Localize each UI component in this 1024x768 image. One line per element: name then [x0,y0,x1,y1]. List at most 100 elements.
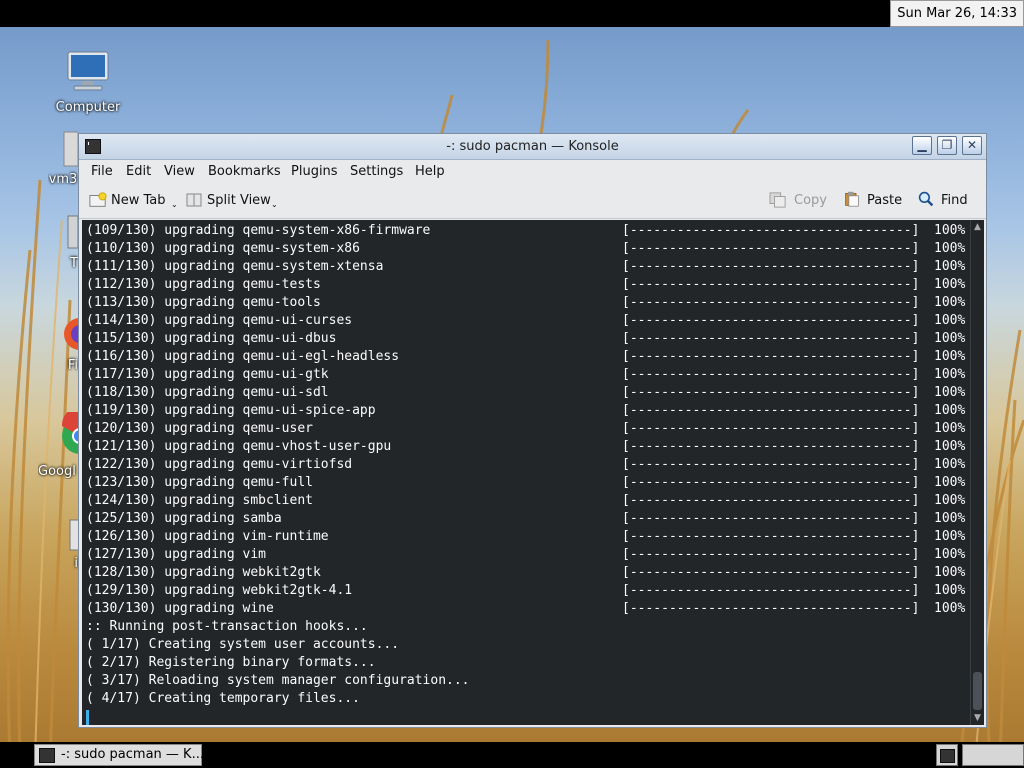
progress-bar-text: [------------------------------------] [622,277,920,292]
desktop-icon-label: vm3 [48,172,78,187]
progress-bar-text: [------------------------------------] [622,475,920,490]
scrollbar-thumb[interactable] [973,672,982,710]
paste-button[interactable]: Paste [843,184,903,218]
paste-label: Paste [867,193,903,208]
terminal-line: (130/130) upgrading wine [86,601,274,616]
desktop-icon-computer[interactable]: Computer [52,48,124,115]
progress-percent: 100% [934,349,966,364]
progress-bar-text: [------------------------------------] [622,385,920,400]
desktop-icon-label: Fi [67,358,78,373]
progress-bar-text: [------------------------------------] [622,421,920,436]
find-button[interactable]: Find [917,184,972,218]
file-icon [69,519,78,551]
terminal-line: (128/130) upgrading webkit2gtk [86,565,321,580]
desktop-icon-trash[interactable]: T [60,212,78,271]
menu-edit[interactable]: Edit [126,160,151,183]
tray-area[interactable] [962,744,1024,766]
desktop-icon-label: T [70,256,78,271]
progress-percent: 100% [934,475,966,490]
progress-percent: 100% [934,565,966,580]
desktop-icon-file[interactable]: i [64,518,78,571]
terminal-line: (111/130) upgrading qemu-system-xtensa [86,259,384,274]
firefox-icon [64,318,78,350]
terminal-line: ( 3/17) Reloading system manager configu… [86,673,470,688]
progress-bar-text: [------------------------------------] [622,331,920,346]
progress-percent: 100% [934,367,966,382]
terminal-line: (109/130) upgrading qemu-system-x86-firm… [86,223,431,238]
terminal-icon [940,749,955,763]
progress-bar-text: [------------------------------------] [622,493,920,508]
terminal-line: :: Running post-transaction hooks... [86,619,368,634]
progress-percent: 100% [934,403,966,418]
desktop-icon-vm3[interactable]: vm3 [48,128,78,187]
progress-percent: 100% [934,295,966,310]
clock[interactable]: Sun Mar 26, 14:33 [890,0,1024,27]
menu-view[interactable]: View [164,160,195,183]
taskbar-item-label: -: sudo pacman — K... [61,747,204,762]
terminal-line: (126/130) upgrading vim-runtime [86,529,329,544]
progress-bar-text: [------------------------------------] [622,583,920,598]
minimize-icon: ▁ [917,138,927,152]
progress-percent: 100% [934,493,966,508]
menubar: File Edit View Bookmarks Plugins Setting… [79,160,986,183]
maximize-button[interactable]: ❐ [937,136,957,155]
scroll-up-icon[interactable]: ▲ [971,220,984,234]
window-titlebar[interactable]: -: sudo pacman — Konsole ▁ ❐ ✕ [79,134,986,160]
desktop-icon-chrome[interactable]: Googl [38,412,78,479]
terminal-line: (124/130) upgrading smbclient [86,493,313,508]
close-icon: ✕ [966,138,978,152]
progress-bar-text: [------------------------------------] [622,313,920,328]
computer-icon [67,51,109,91]
split-view-label: Split View [207,193,271,208]
progress-bar-text: [------------------------------------] [622,529,920,544]
progress-percent: 100% [934,313,966,328]
desktop-icon-label: Googl [38,464,76,479]
terminal-line: (127/130) upgrading vim [86,547,267,562]
progress-percent: 100% [934,583,966,598]
menu-file[interactable]: File [91,160,113,183]
terminal-line: ( 4/17) Creating temporary files... [86,691,360,706]
terminal-line: (118/130) upgrading qemu-ui-sdl [86,385,329,400]
copy-label: Copy [794,193,827,208]
split-view-button[interactable]: Split View ⌄ [185,184,278,218]
progress-bar-text: [------------------------------------] [622,547,920,562]
minimize-button[interactable]: ▁ [912,136,932,155]
progress-percent: 100% [934,439,966,454]
progress-bar-text: [------------------------------------] [622,223,920,238]
terminal-line: ( 2/17) Registering binary formats... [86,655,376,670]
scroll-down-icon[interactable]: ▼ [971,711,984,725]
menu-bookmarks[interactable]: Bookmarks [208,160,281,183]
paste-icon [845,191,859,207]
terminal-line: (121/130) upgrading qemu-vhost-user-gpu [86,439,392,454]
menu-settings[interactable]: Settings [350,160,403,183]
terminal-line: (115/130) upgrading qemu-ui-dbus [86,331,337,346]
progress-bar-text: [------------------------------------] [622,403,920,418]
terminal-line: (113/130) upgrading qemu-tools [86,295,321,310]
desktop-icon-label: Computer [55,100,121,115]
menu-help[interactable]: Help [415,160,445,183]
menu-plugins[interactable]: Plugins [291,160,338,183]
progress-bar-text: [------------------------------------] [622,511,920,526]
progress-percent: 100% [934,277,966,292]
copy-button[interactable]: Copy [769,184,829,218]
terminal-line: (110/130) upgrading qemu-system-x86 [86,241,360,256]
terminal-scrollbar[interactable]: ▲ ▼ [970,220,984,725]
progress-percent: 100% [934,385,966,400]
progress-bar-text: [------------------------------------] [622,349,920,364]
close-button[interactable]: ✕ [962,136,982,155]
new-tab-icon [89,192,107,207]
konsole-window: -: sudo pacman — Konsole ▁ ❐ ✕ File Edit… [78,133,987,728]
chevron-down-icon: ⌄ [271,200,278,209]
top-panel: Sun Mar 26, 14:33 [0,0,1024,27]
toolbar: New Tab ⌄ Split View ⌄ Copy Paste Find [79,184,986,219]
progress-percent: 100% [934,457,966,472]
terminal-output[interactable]: (109/130) upgrading qemu-system-x86-firm… [82,220,970,725]
taskbar-item-konsole[interactable]: -: sudo pacman — K... [34,744,204,766]
desktop-icon-firefox[interactable]: Fi [60,314,78,373]
new-tab-button[interactable]: New Tab ⌄ [89,184,179,218]
tray-terminal-icon[interactable] [936,744,958,766]
terminal-line: ( 1/17) Creating system user accounts... [86,637,400,652]
progress-bar-text: [------------------------------------] [622,367,920,382]
progress-percent: 100% [934,259,966,274]
chrome-icon [61,412,78,454]
